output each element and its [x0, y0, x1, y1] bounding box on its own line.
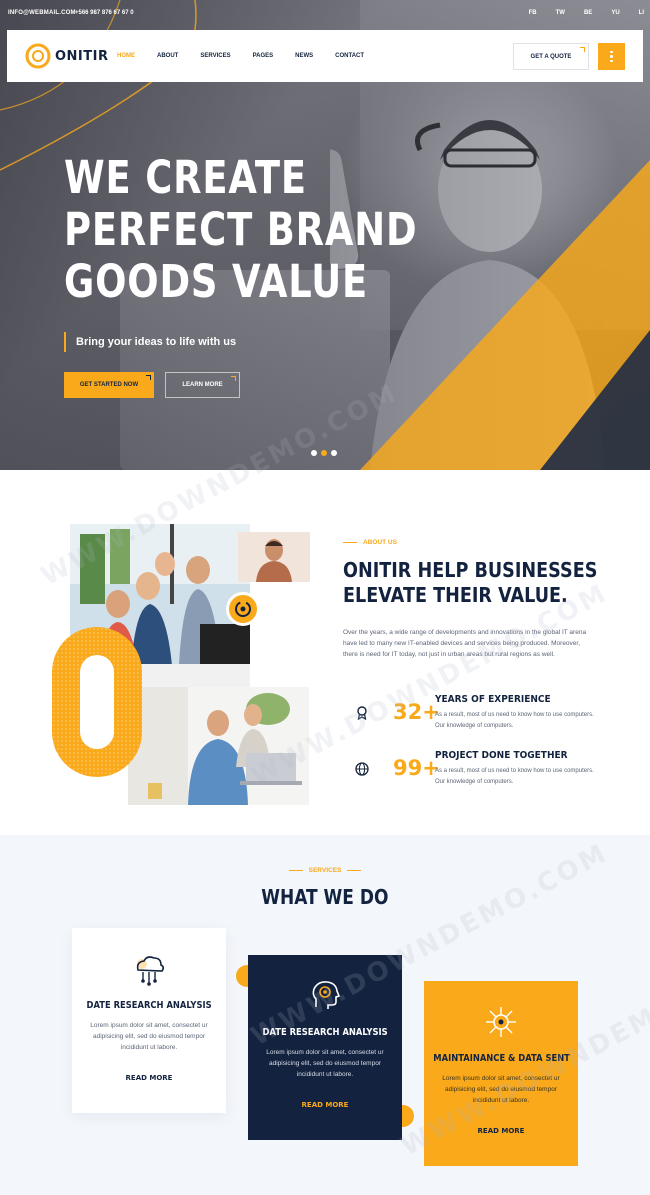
award-icon — [357, 706, 367, 720]
slider-dot-active[interactable] — [321, 450, 327, 456]
stat-description: As a result, most of us need to know how… — [435, 768, 594, 785]
dots-vertical-icon — [610, 50, 613, 63]
nav-item-news[interactable]: NEWS — [295, 53, 313, 59]
hero-title-line: WE CREATE — [64, 151, 307, 204]
brain-gear-icon — [312, 981, 341, 1009]
logo-text: ONITIR — [55, 48, 109, 64]
cloud-network-icon — [136, 956, 165, 986]
hero-subtitle: Bring your ideas to life with us — [64, 332, 236, 352]
slider-dot[interactable] — [311, 450, 317, 456]
social-behance-link[interactable]: BE — [584, 10, 592, 16]
top-email[interactable]: INFO@WEBMAIL.COM — [8, 10, 76, 16]
service-card-research[interactable]: DATE RESEARCH ANALYSIS Lorem ipsum dolor… — [72, 928, 226, 1113]
social-linkedin-link[interactable]: LI — [639, 10, 644, 16]
read-more-link[interactable]: READ MORE — [72, 1074, 226, 1082]
laptop-team-photo — [128, 687, 309, 805]
service-card-title-text: MAINTAINANCE & DATA SENT — [433, 1053, 570, 1064]
page: INFO@WEBMAIL.COM +566 987 876 67 67 0 FB… — [0, 0, 650, 1195]
stat-projects: 99+ PROJECT DONE TOGETHER As a result, m… — [355, 748, 605, 798]
social-twitter-link[interactable]: TW — [556, 10, 565, 16]
decorative-letter-o — [52, 627, 142, 777]
eyebrow-line — [343, 542, 357, 543]
corner-accent-icon — [580, 47, 585, 52]
stat-title: PROJECT DONE TOGETHER — [435, 750, 568, 761]
stat-description: As a result, most of us need to know how… — [435, 712, 594, 729]
nav-item-pages[interactable]: PAGES — [253, 53, 274, 59]
main-navbar: ONITIR HOME ABOUT SERVICES PAGES NEWS CO… — [7, 30, 643, 82]
service-card-title-text: DATE RESEARCH ANALYSIS — [86, 1000, 212, 1011]
site-logo[interactable]: ONITIR — [25, 43, 108, 69]
top-info-bar: INFO@WEBMAIL.COM +566 987 876 67 67 0 FB… — [0, 0, 650, 28]
hero-title-line: PERFECT BRAND — [64, 203, 418, 256]
social-links: FB TW BE YU LI — [529, 10, 644, 16]
get-started-label: GET STARTED NOW — [79, 382, 139, 388]
stat-experience: 32+ YEARS OF EXPERIENCE As a result, mos… — [355, 692, 605, 742]
about-title: ONITIR HELP BUSINESSES ELEVATE THEIR VAL… — [343, 558, 597, 608]
service-card-text: Lorem ipsum dolor sit amet, consectet ur… — [266, 1049, 384, 1078]
about-image-collage — [52, 522, 312, 807]
stat-number: 99+ — [393, 756, 440, 780]
learn-more-label: LEARN MORE — [182, 382, 223, 388]
hero-title-line: GOODS VALUE — [64, 255, 369, 308]
corner-accent-icon — [231, 376, 236, 381]
about-section: ABOUT US ONITIR HELP BUSINESSES ELEVATE … — [0, 470, 650, 835]
stat-number: 32+ — [393, 700, 440, 724]
get-quote-button[interactable]: GET A QUOTE — [513, 43, 589, 70]
get-quote-label: GET A QUOTE — [530, 53, 572, 60]
logo-ring-icon — [25, 43, 51, 69]
service-card-title: MAINTAINANCE & DATA SENT — [424, 1053, 578, 1064]
service-card-title: DATE RESEARCH ANALYSIS — [72, 1000, 226, 1011]
services-title: WHAT WE DO — [0, 885, 650, 909]
stat-title: YEARS OF EXPERIENCE — [435, 694, 551, 705]
nav-item-contact[interactable]: CONTACT — [335, 53, 364, 59]
read-more-link[interactable]: READ MORE — [424, 1127, 578, 1135]
corner-accent-icon — [146, 375, 151, 380]
globe-icon — [355, 762, 369, 776]
services-section: SERVICES WHAT WE DO DATE RESEARCH ANALYS… — [0, 835, 650, 1195]
service-card-text: Lorem ipsum dolor sit amet, consectet ur… — [90, 1022, 208, 1051]
about-description: Over the years, a wide range of developm… — [343, 629, 587, 658]
services-eyebrow: SERVICES — [0, 867, 650, 874]
about-eyebrow: ABOUT US — [343, 539, 397, 546]
refresh-icon — [235, 601, 251, 617]
learn-more-button[interactable]: LEARN MORE — [165, 372, 240, 398]
hero-section: INFO@WEBMAIL.COM +566 987 876 67 67 0 FB… — [0, 0, 650, 470]
social-facebook-link[interactable]: FB — [529, 10, 537, 16]
network-hub-icon — [486, 1007, 516, 1037]
eyebrow-line — [288, 870, 303, 871]
services-eyebrow-label: SERVICES — [308, 867, 342, 874]
nav-item-home[interactable]: HOME — [117, 53, 135, 59]
hero-title: WE CREATE PERFECT BRAND GOODS VALUE — [64, 152, 417, 308]
nav-menu: HOME ABOUT SERVICES PAGES NEWS CONTACT — [117, 53, 364, 59]
service-card-analysis[interactable]: DATE RESEARCH ANALYSIS Lorem ipsum dolor… — [248, 955, 402, 1140]
about-badge — [226, 592, 260, 626]
get-started-button[interactable]: GET STARTED NOW — [64, 372, 154, 398]
eyebrow-line — [347, 870, 362, 871]
about-eyebrow-label: ABOUT US — [363, 539, 397, 546]
slider-dot[interactable] — [331, 450, 337, 456]
services-title-text: WHAT WE DO — [261, 885, 389, 909]
top-phone[interactable]: +566 987 876 67 67 0 — [75, 10, 134, 16]
services-eyebrow-inner: SERVICES — [288, 867, 362, 874]
social-youtube-link[interactable]: YU — [611, 10, 619, 16]
service-card-title: DATE RESEARCH ANALYSIS — [248, 1027, 402, 1038]
portrait-photo — [238, 532, 310, 582]
read-more-link[interactable]: READ MORE — [248, 1101, 402, 1109]
about-title-line: ONITIR HELP BUSINESSES — [343, 558, 598, 582]
about-title-line: ELEVATE THEIR VALUE. — [343, 583, 568, 607]
offcanvas-menu-button[interactable] — [598, 43, 625, 70]
service-card-maintenance[interactable]: MAINTAINANCE & DATA SENT Lorem ipsum dol… — [424, 981, 578, 1166]
hero-slider-dots — [311, 450, 337, 456]
service-card-text: Lorem ipsum dolor sit amet, consectet ur… — [442, 1075, 560, 1104]
service-card-title-text: DATE RESEARCH ANALYSIS — [262, 1027, 388, 1038]
nav-item-services[interactable]: SERVICES — [200, 53, 230, 59]
nav-item-about[interactable]: ABOUT — [157, 53, 178, 59]
